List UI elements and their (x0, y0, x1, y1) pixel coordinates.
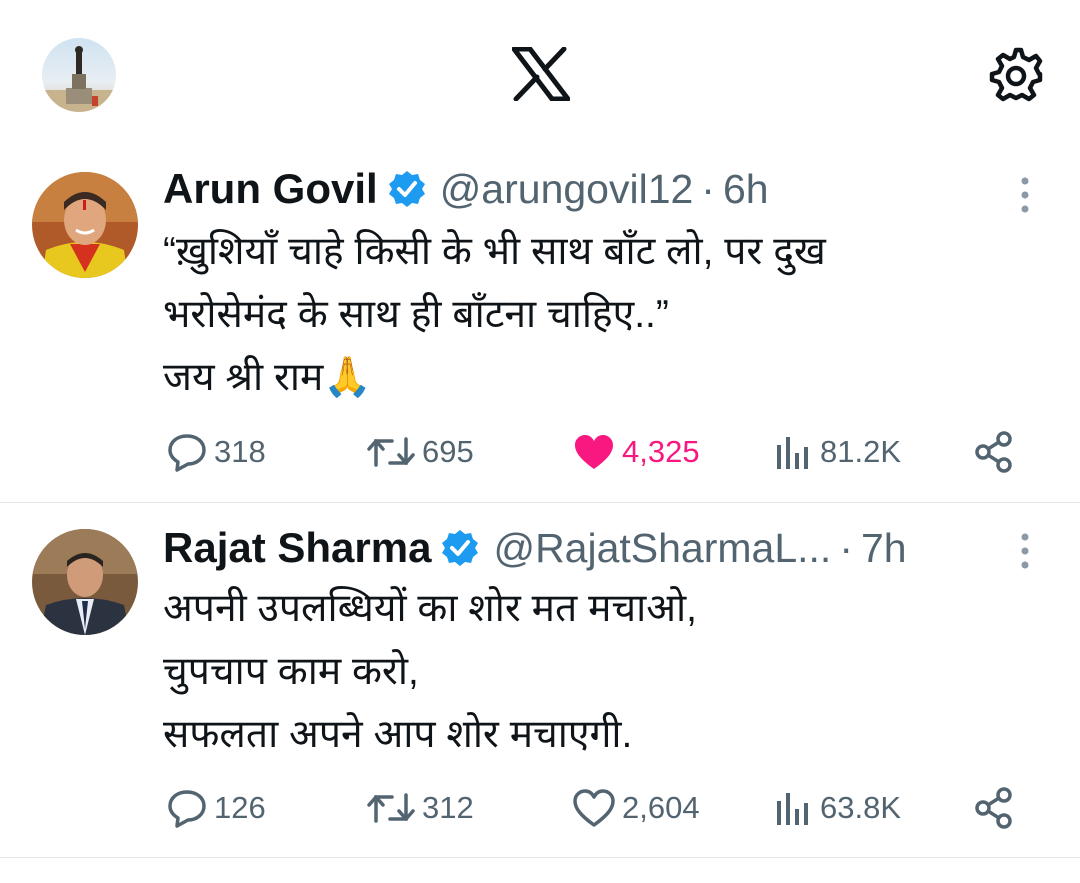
share-button[interactable] (972, 427, 1016, 477)
tweet-text-line: चुपचाप काम करो, (163, 650, 419, 693)
tweet-text: “ख़ुशियाँ चाहे किसी के भी साथ बाँट लो, प… (163, 220, 1043, 409)
views-count: 81.2K (820, 434, 902, 469)
profile-avatar-icon[interactable] (42, 38, 116, 112)
top-bar (0, 0, 1080, 150)
like-count: 2,604 (622, 790, 700, 825)
tweet-timestamp[interactable]: 7h (861, 525, 907, 572)
reply-button[interactable]: 126 (166, 783, 266, 833)
views-button[interactable]: 81.2K (774, 427, 901, 477)
more-options-icon[interactable] (1018, 175, 1032, 215)
share-icon (975, 431, 1012, 473)
tweet[interactable]: Rajat Sharma @RajatSharmaL... · 7h अपनी … (0, 503, 1080, 857)
tweet[interactable]: Arun Govil @arungovil12 · 6h “ख़ुशियाँ च… (0, 150, 1080, 502)
views-button[interactable]: 63.8K (774, 783, 901, 833)
retweet-icon (367, 437, 415, 467)
author-name[interactable]: Rajat Sharma (163, 524, 431, 572)
like-button[interactable]: 4,325 (572, 427, 700, 477)
views-chart-icon (777, 437, 808, 469)
author-avatar[interactable] (32, 172, 138, 278)
separator-dot: · (839, 524, 853, 571)
x-logo-icon[interactable] (512, 47, 570, 101)
reply-count: 126 (214, 790, 266, 825)
retweet-count: 312 (422, 790, 474, 825)
tweet-actions: 126 312 2,604 63.8K (0, 783, 1080, 833)
retweet-count: 695 (422, 434, 474, 469)
tweet-header: Arun Govil @arungovil12 · 6h (163, 164, 769, 214)
tweet-text-line: “ख़ुशियाँ चाहे किसी के भी साथ बाँट लो, प… (163, 230, 826, 273)
retweet-button[interactable]: 312 (366, 783, 474, 833)
views-chart-icon (777, 793, 808, 825)
author-handle[interactable]: @arungovil12 (440, 166, 694, 213)
gear-icon[interactable] (986, 44, 1046, 104)
retweet-icon (367, 793, 415, 823)
tweet-text-line: अपनी उपलब्धियों का शोर मत मचाओ, (163, 587, 697, 630)
separator-dot: · (701, 165, 715, 212)
share-icon (975, 787, 1012, 829)
like-button[interactable]: 2,604 (572, 783, 700, 833)
tweet-text-line: भरोसेमंद के साथ ही बाँटना चाहिए..” (163, 293, 669, 336)
tweet-text: अपनी उपलब्धियों का शोर मत मचाओ, चुपचाप क… (163, 577, 1043, 766)
author-name[interactable]: Arun Govil (163, 165, 378, 213)
tweet-divider (0, 857, 1080, 858)
verified-badge-icon (442, 530, 479, 566)
more-options-icon[interactable] (1018, 531, 1032, 571)
like-count: 4,325 (622, 434, 700, 469)
author-handle[interactable]: @RajatSharmaL... (493, 525, 831, 572)
verified-badge-icon (388, 171, 425, 207)
reply-icon (168, 434, 206, 472)
reply-button[interactable]: 318 (166, 427, 266, 477)
reply-icon (168, 790, 206, 828)
share-button[interactable] (972, 783, 1016, 833)
tweet-text-line: सफलता अपने आप शोर मचाएगी. (163, 713, 633, 756)
retweet-button[interactable]: 695 (366, 427, 474, 477)
reply-count: 318 (214, 434, 266, 469)
tweet-timestamp[interactable]: 6h (723, 166, 769, 213)
heart-outline-icon (573, 789, 615, 827)
views-count: 63.8K (820, 790, 902, 825)
tweet-text-line: जय श्री राम🙏 (163, 356, 372, 399)
heart-filled-icon (575, 435, 613, 469)
tweet-actions: 318 695 4,325 81.2K (0, 427, 1080, 477)
author-avatar[interactable] (32, 529, 138, 635)
tweet-header: Rajat Sharma @RajatSharmaL... · 7h (163, 523, 907, 573)
